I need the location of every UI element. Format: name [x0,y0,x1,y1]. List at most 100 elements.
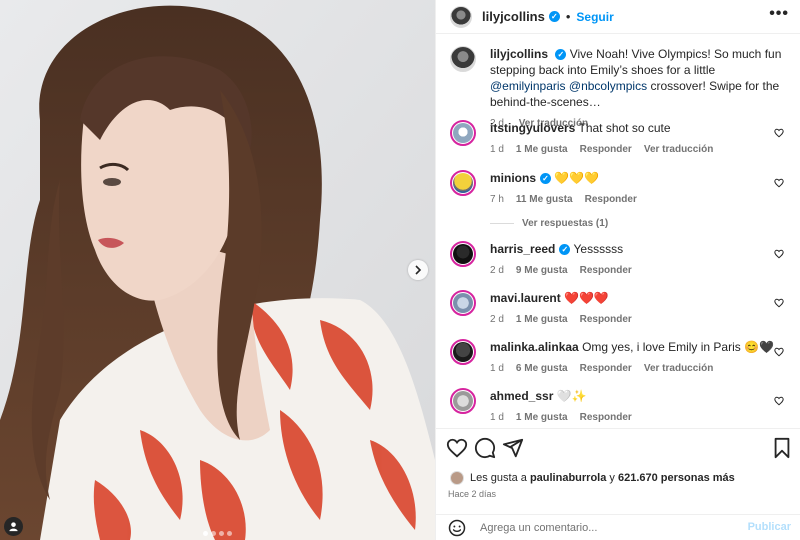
comment-likes[interactable]: 11 Me gusta [516,194,573,205]
replies-divider [490,223,514,224]
post-age[interactable]: Hace 2 días [448,489,496,499]
likes-count[interactable]: 621.670 personas más [618,472,735,484]
avatar-image [453,391,473,411]
view-replies-button[interactable]: Ver respuestas (1) [490,218,608,229]
comment-row: itstingyulovers That shot so cute 1 d 1 Me… [450,120,790,158]
commenter-username[interactable]: mavi.laurent [490,291,561,305]
liker-username[interactable]: paulinaburrola [530,472,606,484]
commenter-username[interactable]: ahmed_ssr [490,389,553,403]
view-replies-label: Ver respuestas (1) [522,218,609,229]
avatar-image [453,173,473,193]
add-comment-bar: Publicar [436,514,800,540]
likes-summary[interactable]: Les gusta a paulinaburrola y 621.670 per… [450,471,735,485]
avatar-image [453,244,473,264]
like-heart-icon[interactable] [446,437,468,459]
comment-like-heart-icon[interactable] [774,178,784,188]
verified-badge-icon: ✓ [555,49,567,61]
comment-time[interactable]: 7 h [490,194,504,205]
comment-like-heart-icon[interactable] [774,128,784,138]
chevron-right-icon [415,265,422,275]
comment-time[interactable]: 1 d [490,363,504,374]
commenter-avatar[interactable] [450,388,476,414]
comment-like-heart-icon[interactable] [774,396,784,406]
comment-likes[interactable]: 1 Me gusta [516,412,568,423]
next-slide-button[interactable] [408,260,428,280]
instagram-post: lilyjcollins ✓ • Seguir ••• lilyjcollins… [0,0,800,540]
separator-dot: • [565,9,571,24]
bookmark-save-icon[interactable] [772,437,792,459]
verified-badge-icon: ✓ [540,173,552,185]
follow-button[interactable]: Seguir [576,10,613,24]
comment-row: harris_reed ✓ Yessssss 2 d 9 Me gusta Respon… [450,241,790,279]
avatar-image [453,123,473,143]
translate-link[interactable]: Ver traducción [644,363,713,374]
carousel-indicator [0,531,435,536]
comment-text: Yessssss [573,242,624,256]
action-bar [446,437,796,461]
reply-button[interactable]: Responder [580,412,632,423]
reply-button[interactable]: Responder [580,363,632,374]
commenter-avatar[interactable] [450,241,476,267]
carousel-dot [227,531,232,536]
more-options-icon[interactable]: ••• [769,6,789,22]
caption-author-avatar[interactable] [450,46,476,72]
commenter-username[interactable]: itstingyulovers [490,121,575,135]
share-send-icon[interactable] [502,437,524,459]
comment-row: mavi.laurent ❤️❤️❤️ 2 d 1 Me gusta Responde… [450,290,790,328]
comment-input[interactable] [480,522,740,534]
verified-badge-icon: ✓ [559,244,571,256]
verified-badge-icon: ✓ [548,11,560,22]
publish-button[interactable]: Publicar [748,521,791,533]
carousel-dot [211,531,216,536]
commenter-username[interactable]: malinka.alinkaa [490,340,579,354]
comment-like-heart-icon[interactable] [774,347,784,357]
mention-emilyinparis[interactable]: @emilyinparis [490,79,566,93]
comment-likes[interactable]: 1 Me gusta [516,314,568,325]
comment-time[interactable]: 2 d [490,265,504,276]
liker-avatar [450,471,464,485]
comment-likes[interactable]: 9 Me gusta [516,265,568,276]
portrait-image [0,0,435,540]
commenter-avatar[interactable] [450,120,476,146]
likes-middle: y [609,472,615,484]
reply-button[interactable]: Responder [580,265,632,276]
comment-text: Omg yes, i love Emily in Paris 😊🖤 [582,340,774,354]
comment-bubble-icon[interactable] [474,437,496,459]
comment-text: That shot so cute [578,121,671,135]
comment-like-heart-icon[interactable] [774,298,784,308]
comment-text: 🤍✨ [556,389,587,403]
comment-time[interactable]: 2 d [490,314,504,325]
commenter-avatar[interactable] [450,290,476,316]
author-avatar[interactable] [450,5,472,28]
comment-row: ahmed_ssr 🤍✨ 1 d 1 Me gusta Responder [450,388,790,426]
commenter-username[interactable]: minions [490,171,536,185]
reply-button[interactable]: Responder [580,314,632,325]
comment-time[interactable]: 1 d [490,412,504,423]
likes-prefix: Les gusta a [470,472,527,484]
avatar-image [453,293,473,313]
action-section: Les gusta a paulinaburrola y 621.670 per… [436,428,800,540]
post-sidebar: lilyjcollins ✓ • Seguir ••• lilyjcollins… [435,0,800,540]
translate-link[interactable]: Ver traducción [644,144,713,155]
reply-button[interactable]: Responder [580,144,632,155]
commenter-avatar[interactable] [450,339,476,365]
post-photo[interactable] [0,0,435,540]
comment-likes[interactable]: 1 Me gusta [516,144,568,155]
comment-row: malinka.alinkaa Omg yes, i love Emily in… [450,339,790,377]
commenter-username[interactable]: harris_reed [490,242,555,256]
commenter-avatar[interactable] [450,170,476,196]
comment-time[interactable]: 1 d [490,144,504,155]
reply-button[interactable]: Responder [585,194,637,205]
comment-text: ❤️❤️❤️ [564,291,609,305]
comment-like-heart-icon[interactable] [774,249,784,259]
caption-author-username[interactable]: lilyjcollins [490,47,548,61]
avatar-image [453,342,473,362]
carousel-dot [203,531,208,536]
comment-text: 💛💛💛 [554,171,600,185]
comment-likes[interactable]: 6 Me gusta [516,363,568,374]
comment-row: minions ✓ 💛💛💛 7 h 11 Me gusta Responder [450,170,790,208]
emoji-icon[interactable] [448,519,466,537]
post-header: lilyjcollins ✓ • Seguir ••• [436,0,800,34]
author-username[interactable]: lilyjcollins [482,9,545,24]
mention-nbcolympics[interactable]: @nbcolympics [569,79,647,93]
